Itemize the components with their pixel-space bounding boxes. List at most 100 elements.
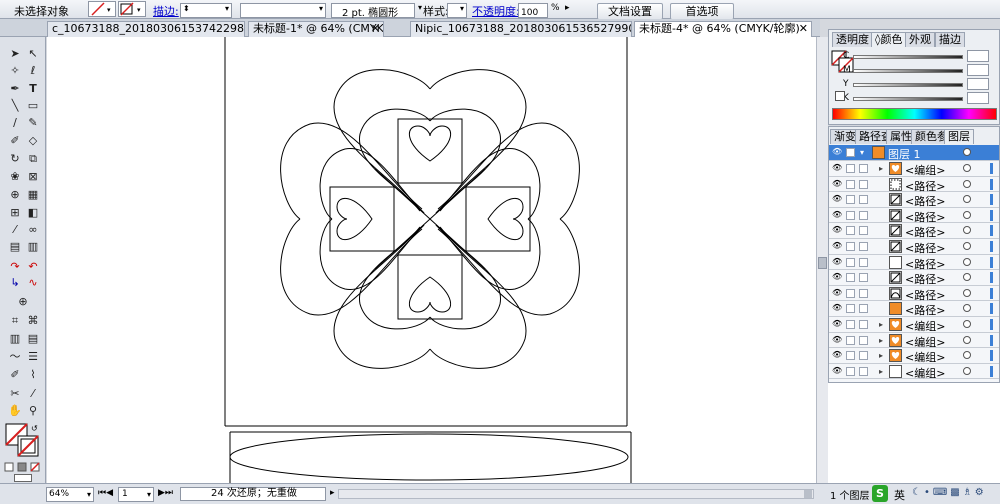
custom-path-tool-icon[interactable]: ↷ [7,259,23,274]
symbol-sprayer-icon[interactable]: ▤ [7,239,23,254]
eye-icon[interactable]: 👁 [832,335,842,344]
target-icon[interactable] [963,195,971,204]
expand-icon[interactable]: ▸ [879,336,883,345]
layer-row[interactable]: 👁 <路径> [829,285,999,302]
line-tool-icon[interactable]: ╲ [7,98,23,113]
hscroll-thumb[interactable] [804,490,812,498]
artboard-number[interactable]: 1 ▾ [118,487,154,502]
target-icon[interactable] [963,304,971,313]
stroke-swatch[interactable]: ▾ [118,1,146,17]
target-icon[interactable] [963,226,971,235]
lock-toggle[interactable] [846,148,855,157]
scale-tool-icon[interactable]: ⧉ [25,151,41,166]
type-tool-icon[interactable]: T [25,81,41,96]
shape-builder-icon[interactable]: ⊕ [7,187,23,202]
lock-toggle[interactable] [846,288,855,298]
brush-select[interactable]: 2 pt. 椭圆形 [331,3,415,19]
slider-value[interactable] [967,78,989,90]
eye-icon[interactable]: 👁 [832,179,842,188]
layer-row[interactable]: 👁 ▸ <编组> [829,332,999,349]
pencil-icon[interactable]: ✎ [25,115,41,130]
lock-toggle[interactable] [846,195,855,205]
gradient-tool-icon[interactable]: ◧ [25,205,41,220]
color-mode-buttons[interactable] [4,462,42,472]
stroke-link[interactable]: 描边: [153,3,179,19]
ime-logo[interactable]: S [872,485,888,502]
list-tool-icon[interactable]: ☰ [25,349,41,364]
slider-value[interactable] [967,64,989,76]
layer-row[interactable]: 👁 <路径> [829,301,999,317]
eye-icon[interactable]: 👁 [832,304,842,312]
layer-row-top[interactable]: 👁 ▾ 图层 1 [829,145,999,161]
artboard-tool-icon[interactable]: ⌗ [7,313,23,328]
ime-language[interactable]: 英 [894,487,905,503]
free-transform-icon[interactable]: ⊠ [25,169,41,184]
eraser-icon[interactable]: ◇ [25,133,41,148]
tab-appearance[interactable]: 外观 [905,32,935,47]
custom-tool-a-icon[interactable]: ↳ [7,275,23,290]
opacity-link[interactable]: 不透明度: [472,3,520,19]
layer-row[interactable]: 👁 ▸ <编组> [829,348,999,364]
horizontal-scrollbar[interactable] [338,489,814,499]
template-toggle[interactable] [859,242,868,251]
target-icon[interactable] [963,288,971,297]
target-icon[interactable] [963,148,971,156]
fill-swatch[interactable]: ▾ [88,1,116,17]
lock-toggle[interactable] [846,335,855,345]
warp-tool-icon[interactable]: ❀ [7,169,23,184]
perspective-grid-icon[interactable]: ▦ [25,187,41,202]
template-toggle[interactable] [859,179,868,189]
eye-icon[interactable]: 👁 [832,320,842,328]
eye-icon[interactable]: 👁 [832,210,842,219]
template-toggle[interactable] [859,164,868,173]
layer-row[interactable]: 👁 <路径> [829,176,999,193]
crosshair-tool-icon[interactable]: ⊕ [15,294,31,309]
target-icon[interactable] [963,257,971,266]
blend-tool-icon[interactable]: ∞ [25,222,41,237]
lock-toggle[interactable] [846,226,855,236]
eye-icon[interactable]: 👁 [832,257,842,266]
layer-row[interactable]: 👁 <路径> [829,207,999,224]
eye-icon[interactable]: 👁 [832,366,842,375]
magic-wand-icon[interactable]: ✧ [7,63,23,78]
layer-row[interactable]: 👁 <路径> [829,192,999,208]
column-graph-icon[interactable]: ▥ [25,239,41,254]
artboard-canvas[interactable] [47,37,816,483]
hand-tool-icon[interactable]: ✋ [7,403,23,418]
target-icon[interactable] [963,210,971,219]
mesh-tool-icon[interactable]: ⊞ [7,205,23,220]
tab-stroke[interactable]: 描边 [935,32,965,47]
target-icon[interactable] [963,273,971,282]
lock-toggle[interactable] [846,320,855,329]
template-toggle[interactable] [859,257,868,267]
slider-value[interactable] [967,50,989,62]
blob-brush-icon[interactable]: ✐ [7,133,23,148]
layer-row[interactable]: 👁 <路径> [829,270,999,286]
color-spectrum[interactable] [832,108,997,120]
scroll-thumb[interactable] [818,257,827,269]
tab-color[interactable]: ◊颜色 [871,32,907,47]
custom-curve-tool-icon[interactable]: ↶ [25,259,41,274]
screen-mode-button[interactable] [14,474,32,482]
template-toggle[interactable] [859,366,868,376]
tab-doc-1[interactable]: c_10673188_20180306153742298032.ai* [47,21,245,37]
template-toggle[interactable] [859,273,868,283]
target-icon[interactable] [963,335,971,344]
brush-dropdown-icon[interactable]: ▾ [418,3,422,12]
template-toggle[interactable] [859,226,868,236]
layer-row[interactable]: 👁 ▸ <编组> [829,161,999,177]
eye-icon[interactable]: 👁 [832,164,842,172]
expand-icon[interactable]: ▸ [879,320,883,329]
tab-layers[interactable]: 图层 [944,129,974,144]
layer-row[interactable]: 👁 ▸ <编组> [829,363,999,380]
target-icon[interactable] [963,320,971,328]
template-toggle[interactable] [859,195,868,205]
tab-transparency[interactable]: 透明度 [832,32,873,47]
close-icon[interactable]: ✕ [371,22,380,36]
eye-icon[interactable]: 👁 [832,288,842,297]
opacity-arrow-icon[interactable]: ▸ [565,3,570,13]
eye-icon[interactable]: 👁 [832,273,842,281]
artboard-first-prev-icon[interactable]: ⏮◀ [98,488,113,498]
lock-toggle[interactable] [846,257,855,267]
eye-icon[interactable]: 👁 [832,242,842,250]
